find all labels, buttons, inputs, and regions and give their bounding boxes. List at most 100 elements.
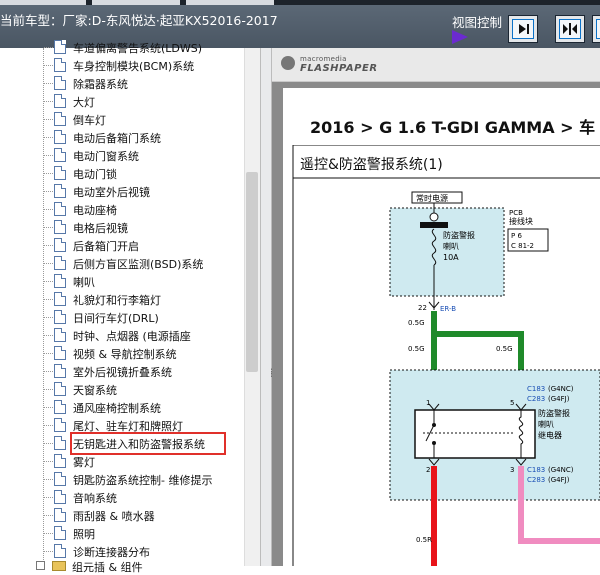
tab-strip-2[interactable] — [92, 0, 180, 5]
document-icon — [54, 58, 66, 72]
tree-item[interactable]: 后侧方盲区监测(BSD)系统 — [44, 254, 240, 272]
tree-item[interactable]: 车身控制模块(BCM)系统 — [44, 56, 240, 74]
tree-item-label: 喇叭 — [73, 276, 95, 289]
wiring-diagram: 常时电源 防盗警报 喇叭 10A PCB 接线块 P 6 C 81-2 22 E… — [292, 145, 600, 566]
fit-width-button[interactable] — [555, 15, 585, 43]
tree-connector — [44, 119, 53, 120]
tree-item[interactable]: 电动门锁 — [44, 164, 240, 182]
g4nc-top: (G4NC) — [548, 385, 574, 393]
tree-item-label: 礼貌灯和行李箱灯 — [73, 294, 161, 307]
document-title: 2016 > G 1.6 T-GDI GAMMA > 车 — [310, 118, 596, 137]
more-button[interactable] — [592, 15, 600, 43]
tree-item[interactable]: 电动门窗系统 — [44, 146, 240, 164]
tree-connector — [44, 371, 53, 372]
g4nc-bottom: (G4NC) — [548, 466, 574, 474]
tree-guide-line — [43, 48, 44, 566]
c283-top: C283 — [527, 395, 545, 403]
tree-item[interactable]: 喇叭 — [44, 272, 240, 290]
tree-item[interactable]: 雨刮器 & 喷水器 — [44, 506, 240, 524]
g4fj-bottom: (G4FJ) — [548, 476, 570, 484]
tree-connector — [44, 425, 53, 426]
tree-item-label: 电动后备箱门系统 — [73, 132, 161, 145]
tree-connector — [44, 353, 53, 354]
tree-item-partial-bottom[interactable]: 组元插 & 组件 — [72, 559, 143, 575]
wire-05g-c: 0.5G — [496, 345, 513, 353]
pcb-junction-block — [389, 207, 505, 297]
tree-item[interactable]: 倒车灯 — [44, 110, 240, 128]
pin-ref-1: P 6 — [511, 232, 522, 240]
tree-connector — [44, 299, 53, 300]
document-icon — [54, 328, 66, 342]
title-strip — [0, 0, 600, 5]
tree-connector — [44, 479, 53, 480]
tree-item[interactable]: 钥匙防盗系统控制- 维修提示 — [44, 470, 240, 488]
tree-item[interactable]: 音响系统 — [44, 488, 240, 506]
tree-item[interactable]: 电格后视镜 — [44, 218, 240, 236]
tree-connector — [44, 443, 53, 444]
tree-item-label: 天窗系统 — [73, 384, 117, 397]
fuse-name-1: 防盗警报 — [443, 230, 475, 240]
tree-item[interactable]: 电动后备箱门系统 — [44, 128, 240, 146]
system-title: 遥控&防盗警报系统(1) — [300, 157, 443, 173]
tree-connector — [44, 335, 53, 336]
pin-3-label: 3 — [510, 466, 514, 474]
tree-item[interactable]: 电动座椅 — [44, 200, 240, 218]
tree-item[interactable]: 除霜器系统 — [44, 74, 240, 92]
document-icon — [54, 112, 66, 126]
tree-scrollbar-thumb[interactable] — [246, 172, 258, 372]
document-icon — [54, 166, 66, 180]
tree-connector — [44, 551, 53, 552]
play-icon[interactable] — [452, 30, 468, 44]
next-page-button[interactable] — [508, 15, 538, 43]
tree-connector — [44, 191, 53, 192]
tree-item-label: 照明 — [73, 528, 95, 541]
document-icon — [54, 148, 66, 162]
tree-item[interactable]: 天窗系统 — [44, 380, 240, 398]
tree-item-label: 钥匙防盗系统控制- 维修提示 — [73, 474, 213, 487]
tree-connector — [44, 263, 53, 264]
relay-switch-pivot — [432, 423, 436, 427]
relay-label-3: 继电器 — [538, 430, 562, 440]
tree-item-label: 除霜器系统 — [73, 78, 128, 91]
wire-er-b: ER-B — [440, 305, 456, 313]
tree-item-partial-top[interactable]: 车道偏离警告系统(LDWS) — [44, 38, 240, 56]
tree-connector — [44, 461, 53, 462]
tree-item[interactable]: 后备箱门开启 — [44, 236, 240, 254]
tree-item[interactable]: 照明 — [44, 524, 240, 542]
tree-item[interactable]: 时钟、点烟器 (电源插座 — [44, 326, 240, 344]
tree-item[interactable]: 诊断连接器分布 — [44, 542, 240, 560]
tree-item[interactable]: 视频 & 导航控制系统 — [44, 344, 240, 362]
tree-item-label: 日间行车灯(DRL) — [73, 312, 159, 325]
tree-item[interactable]: 室外后视镜折叠系统 — [44, 362, 240, 380]
step-right-icon — [519, 24, 529, 34]
tree-item-label: 诊断连接器分布 — [73, 546, 150, 559]
tree-connector — [44, 407, 53, 408]
document-icon — [54, 130, 66, 144]
document-icon — [54, 364, 66, 378]
panel-splitter[interactable] — [260, 48, 272, 566]
tree-connector — [44, 245, 53, 246]
tree-item-label: 车身控制模块(BCM)系统 — [73, 60, 195, 73]
tree-item[interactable]: 电动室外后视镜 — [44, 182, 240, 200]
relay-label-2: 喇叭 — [538, 419, 554, 429]
pcb-label-2: 接线块 — [509, 216, 533, 226]
tab-strip-1[interactable] — [0, 0, 86, 5]
tree-item[interactable]: 日间行车灯(DRL) — [44, 308, 240, 326]
document-icon — [54, 436, 66, 450]
folder-icon — [52, 561, 66, 571]
fuse-rating: 10A — [443, 253, 459, 262]
tab-strip-3[interactable] — [186, 0, 274, 5]
tree-item[interactable]: 通风座椅控制系统 — [44, 398, 240, 416]
wire-05g-b: 0.5G — [408, 345, 425, 353]
tree-connector — [44, 515, 53, 516]
tree-item-label: 后侧方盲区监测(BSD)系统 — [73, 258, 204, 271]
document-icon — [54, 310, 66, 324]
tree-item-label: 电动门锁 — [73, 168, 117, 181]
tree-item[interactable]: 礼貌灯和行李箱灯 — [44, 290, 240, 308]
tree-item-label: 室外后视镜折叠系统 — [73, 366, 172, 379]
relay-label-1: 防盗警报 — [538, 408, 570, 418]
document-icon — [54, 274, 66, 288]
document-icon — [54, 472, 66, 486]
tree-item[interactable]: 大灯 — [44, 92, 240, 110]
tree-connector — [44, 101, 53, 102]
